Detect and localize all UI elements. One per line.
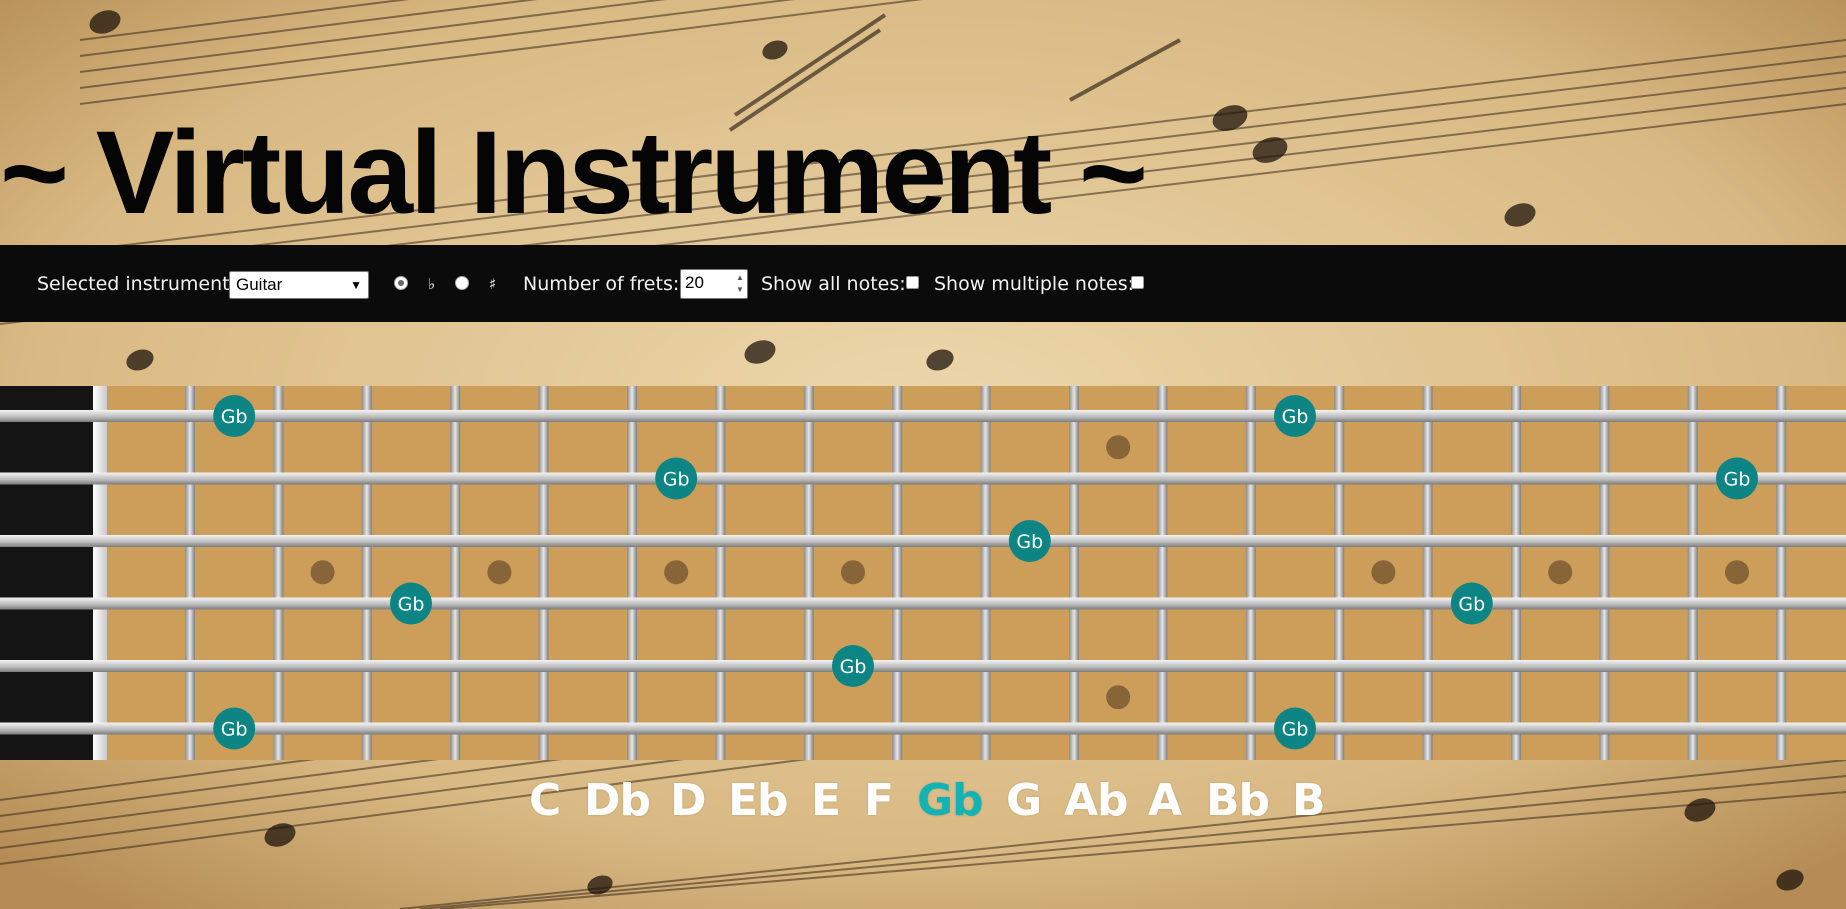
instrument-label: Selected instrument:: [37, 273, 237, 295]
note-name-db[interactable]: Db: [584, 776, 651, 826]
guitar-string[interactable]: [0, 597, 1846, 610]
fret-wire: [538, 386, 549, 760]
guitar-string[interactable]: [0, 660, 1846, 672]
inlay-dot: [1106, 435, 1131, 460]
fret-wire: [1069, 386, 1079, 760]
guitar-string[interactable]: [0, 535, 1846, 547]
inlay-dot: [487, 560, 512, 585]
note-name-gb[interactable]: Gb: [917, 776, 984, 826]
note-name-ab[interactable]: Ab: [1064, 776, 1129, 826]
frets-value: 20: [685, 273, 704, 292]
fret-wire: [1157, 386, 1168, 760]
inlay-dot: [841, 560, 865, 585]
sharp-radio[interactable]: [455, 276, 469, 290]
sharp-symbol: ♯: [489, 275, 497, 293]
instrument-select[interactable]: Guitar ▼: [229, 271, 369, 299]
fret-wire: [450, 386, 461, 760]
guitar-string[interactable]: [0, 410, 1846, 422]
show-multiple-checkbox[interactable]: [1131, 276, 1144, 289]
inlay-dot: [1548, 560, 1573, 585]
fret-wire: [1334, 386, 1345, 760]
note-name-bb[interactable]: Bb: [1206, 776, 1270, 826]
show-all-checkbox[interactable]: [906, 276, 919, 289]
note-name-e[interactable]: E: [811, 776, 841, 826]
note-marker-label: Gb: [221, 406, 248, 428]
fret-wire: [715, 386, 726, 760]
fret-wire: [1422, 386, 1433, 760]
fret-wire: [1687, 386, 1698, 760]
inlay-dot: [1371, 560, 1396, 585]
note-marker-label: Gb: [1282, 406, 1309, 428]
note-marker-label: Gb: [1016, 531, 1043, 553]
headstock-area: [0, 386, 93, 760]
guitar-string[interactable]: [0, 472, 1846, 485]
inlay-dot: [1106, 685, 1131, 710]
note-name-b[interactable]: B: [1292, 776, 1326, 826]
instrument-select-value: Guitar: [236, 275, 283, 294]
note-marker-label: Gb: [398, 594, 425, 616]
note-marker-label: Gb: [663, 469, 690, 491]
note-marker-label: Gb: [1724, 469, 1751, 491]
inlay-dot: [664, 560, 689, 585]
guitar-string[interactable]: [0, 722, 1846, 735]
show-all-label: Show all notes:: [761, 273, 906, 295]
note-marker-label: Gb: [221, 719, 248, 741]
note-name-c[interactable]: C: [529, 776, 561, 826]
fret-wire: [980, 386, 991, 760]
note-marker-label: Gb: [1458, 594, 1485, 616]
inlay-dot: [310, 560, 335, 585]
fret-wire: [892, 386, 903, 760]
note-name-f[interactable]: F: [864, 776, 894, 826]
frets-number-input[interactable]: 20 ▲ ▼: [680, 269, 748, 299]
fretboard[interactable]: Gb Gb Gb Gb Gb Gb Gb Gb Gb Gb: [0, 386, 1846, 760]
fret-wire: [185, 386, 195, 760]
chevron-down-icon: ▼: [350, 278, 362, 292]
show-multiple-label: Show multiple notes:: [934, 273, 1135, 295]
fret-wire: [1776, 386, 1787, 760]
note-name-g[interactable]: G: [1006, 776, 1042, 826]
note-name-d[interactable]: D: [670, 776, 707, 826]
inlay-dot: [1725, 560, 1749, 585]
nut: [93, 386, 107, 760]
flat-symbol: ♭: [428, 275, 436, 293]
fret-wire: [1245, 386, 1256, 760]
fret-wire: [273, 386, 284, 760]
settings-bar: Selected instrument: Guitar ▼ ♭ ♯ Number…: [0, 245, 1846, 322]
note-marker-label: Gb: [840, 656, 867, 678]
fret-wire: [1511, 386, 1521, 760]
note-name-eb[interactable]: Eb: [728, 776, 789, 826]
stepper-icon[interactable]: ▲ ▼: [735, 272, 745, 296]
note-marker-label: Gb: [1282, 719, 1309, 741]
note-name-a[interactable]: A: [1148, 776, 1182, 826]
fret-wire: [803, 386, 814, 760]
frets-label: Number of frets:: [523, 273, 680, 295]
fret-wire: [1599, 386, 1610, 760]
fret-wire: [627, 386, 637, 760]
fret-wire: [361, 386, 372, 760]
flat-radio[interactable]: [394, 276, 408, 290]
page-title: ~ Virtual Instrument ~: [0, 107, 1148, 239]
